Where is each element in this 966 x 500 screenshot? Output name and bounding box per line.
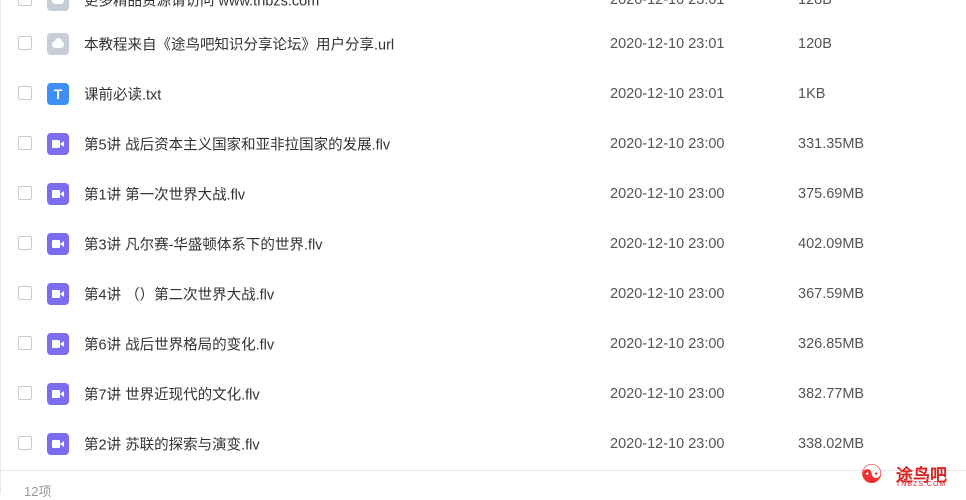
file-date: 2020-12-10 23:00: [610, 436, 725, 452]
file-size: 331.35MB: [798, 136, 865, 152]
file-row[interactable]: 第2讲 苏联的探索与演变.flv 2020-12-10 23:00 338.02…: [0, 419, 966, 469]
file-name[interactable]: 本教程来自《途鸟吧知识分享论坛》用户分享.url: [84, 34, 394, 55]
file-row[interactable]: 第5讲 战后资本主义国家和亚非拉国家的发展.flv 2020-12-10 23:…: [0, 119, 966, 169]
url-file-icon: [47, 33, 69, 55]
file-date: 2020-12-10 23:01: [610, 86, 725, 102]
file-size: 375.69MB: [798, 186, 865, 202]
file-name[interactable]: 第2讲 苏联的探索与演变.flv: [84, 434, 260, 455]
row-checkbox[interactable]: [18, 436, 32, 450]
row-checkbox[interactable]: [18, 386, 32, 400]
file-date: 2020-12-10 23:01: [610, 0, 725, 8]
file-row[interactable]: 第3讲 凡尔赛-华盛顿体系下的世界.flv 2020-12-10 23:00 4…: [0, 219, 966, 269]
video-file-icon: [47, 383, 69, 405]
video-file-icon: [47, 183, 69, 205]
file-size: 120B: [798, 36, 832, 52]
row-checkbox[interactable]: [18, 186, 32, 200]
file-size: 326.85MB: [798, 336, 865, 352]
item-count: 12项: [24, 484, 52, 499]
file-row[interactable]: 第7讲 世界近现代的文化.flv 2020-12-10 23:00 382.77…: [0, 369, 966, 419]
video-file-icon: [47, 133, 69, 155]
watermark-logo: ☯ 途鸟吧 TNBZS.COM: [860, 459, 962, 491]
file-name[interactable]: 更多精品资源请访问 www.tnbzs.com: [84, 0, 319, 11]
file-size: 367.59MB: [798, 286, 865, 302]
bird-logo-icon: ☯: [860, 459, 884, 489]
file-row[interactable]: 更多精品资源请访问 www.tnbzs.com 2020-12-10 23:01…: [0, 0, 966, 19]
file-date: 2020-12-10 23:00: [610, 386, 725, 402]
file-size: 128B: [798, 0, 832, 8]
video-file-icon: [47, 233, 69, 255]
row-checkbox[interactable]: [18, 36, 32, 50]
text-file-icon: T: [47, 83, 69, 105]
file-date: 2020-12-10 23:00: [610, 286, 725, 302]
row-checkbox[interactable]: [18, 236, 32, 250]
watermark-subtext: TNBZS.COM: [896, 481, 947, 488]
file-name[interactable]: 课前必读.txt: [84, 84, 161, 105]
file-size: 382.77MB: [798, 386, 865, 402]
file-row[interactable]: 第4讲 （）第二次世界大战.flv 2020-12-10 23:00 367.5…: [0, 269, 966, 319]
video-file-icon: [47, 283, 69, 305]
list-footer: 12项 ☯ 途鸟吧 TNBZS.COM: [0, 459, 966, 499]
file-name[interactable]: 第3讲 凡尔赛-华盛顿体系下的世界.flv: [84, 234, 322, 255]
row-checkbox[interactable]: [18, 286, 32, 300]
video-file-icon: [47, 433, 69, 455]
row-checkbox[interactable]: [18, 136, 32, 150]
file-name[interactable]: 第5讲 战后资本主义国家和亚非拉国家的发展.flv: [84, 134, 390, 155]
file-row[interactable]: 第1讲 第一次世界大战.flv 2020-12-10 23:00 375.69M…: [0, 169, 966, 219]
file-date: 2020-12-10 23:01: [610, 36, 725, 52]
row-checkbox[interactable]: [18, 0, 32, 6]
file-size: 338.02MB: [798, 436, 865, 452]
file-row[interactable]: 第6讲 战后世界格局的变化.flv 2020-12-10 23:00 326.8…: [0, 319, 966, 369]
url-file-icon: [47, 0, 69, 11]
file-date: 2020-12-10 23:00: [610, 186, 725, 202]
file-row[interactable]: 本教程来自《途鸟吧知识分享论坛》用户分享.url 2020-12-10 23:0…: [0, 19, 966, 69]
file-size: 1KB: [798, 86, 826, 102]
file-name[interactable]: 第7讲 世界近现代的文化.flv: [84, 384, 260, 405]
file-name[interactable]: 第1讲 第一次世界大战.flv: [84, 184, 245, 205]
row-checkbox[interactable]: [18, 86, 32, 100]
video-file-icon: [47, 333, 69, 355]
file-row[interactable]: T 课前必读.txt 2020-12-10 23:01 1KB: [0, 69, 966, 119]
file-list: 更多精品资源请访问 www.tnbzs.com 2020-12-10 23:01…: [0, 0, 966, 469]
row-checkbox[interactable]: [18, 336, 32, 350]
file-name[interactable]: 第4讲 （）第二次世界大战.flv: [84, 284, 274, 305]
file-name[interactable]: 第6讲 战后世界格局的变化.flv: [84, 334, 274, 355]
file-date: 2020-12-10 23:00: [610, 336, 725, 352]
file-size: 402.09MB: [798, 236, 865, 252]
file-date: 2020-12-10 23:00: [610, 236, 725, 252]
file-date: 2020-12-10 23:00: [610, 136, 725, 152]
